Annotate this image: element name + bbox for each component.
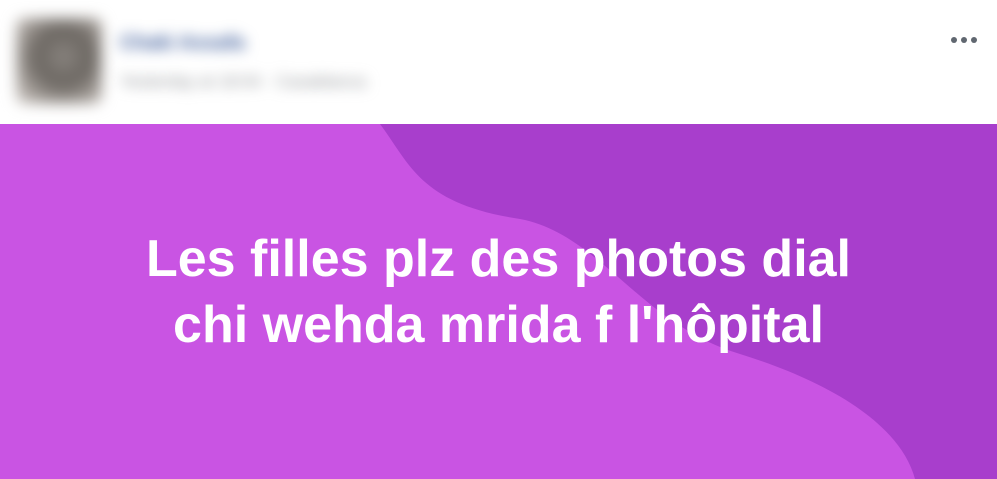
more-horizontal-icon-dot — [971, 37, 977, 43]
facebook-post: Chaki Assafa Yesterday at 18:04 · Casabl… — [0, 0, 997, 479]
post-message-line-1: Les filles plz des photos dial — [145, 229, 852, 288]
more-options-button[interactable] — [944, 28, 984, 52]
author-info-blurred: Chaki Assafa Yesterday at 18:04 · Casabl… — [12, 14, 478, 108]
more-horizontal-icon-dot — [961, 37, 967, 43]
post-message-text: Les filles plz des photos dial chi wehda… — [146, 226, 851, 358]
avatar[interactable] — [16, 18, 102, 104]
post-header: Chaki Assafa Yesterday at 18:04 · Casabl… — [0, 0, 997, 124]
post-timestamp[interactable]: Yesterday at 18:04 · Casablanca — [120, 72, 366, 92]
more-horizontal-icon — [951, 37, 957, 43]
author-name[interactable]: Chaki Assafa — [120, 32, 245, 55]
post-message-line-2: chi wehda mrida f l'hôpital — [173, 295, 824, 354]
post-message: Les filles plz des photos dial chi wehda… — [0, 124, 997, 479]
